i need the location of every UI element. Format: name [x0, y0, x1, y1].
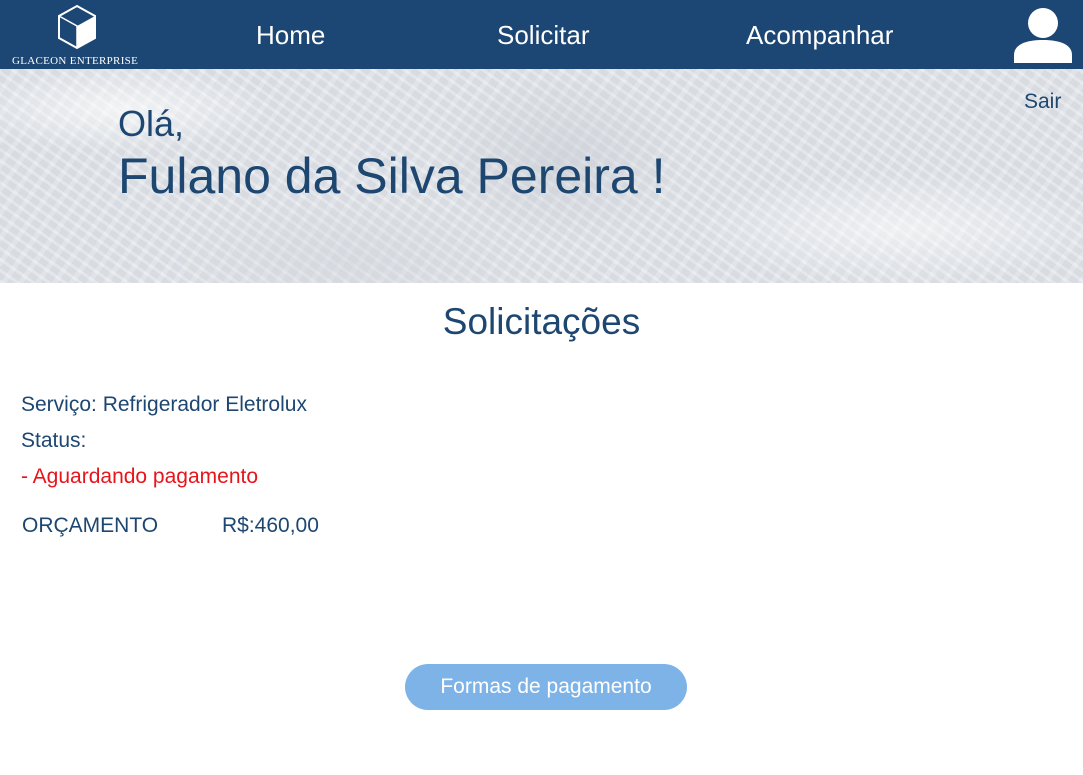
budget-value: R$:460,00: [222, 514, 319, 537]
user-avatar-icon: [1014, 8, 1072, 63]
budget-label: ORÇAMENTO: [22, 514, 159, 537]
service-info: Serviço: Refrigerador Eletrolux: [21, 393, 307, 416]
top-navigation-bar: GLACEON ENTERPRISE Home Solicitar Acompa…: [0, 0, 1083, 69]
user-name-heading: Fulano da Silva Pereira !: [118, 148, 666, 204]
status-label: Status:: [21, 429, 87, 452]
status-value: - Aguardando pagamento: [21, 465, 259, 488]
payment-methods-button[interactable]: Formas de pagamento: [405, 664, 687, 710]
brand-name: GLACEON ENTERPRISE: [12, 55, 139, 67]
nav-home[interactable]: Home: [256, 20, 325, 51]
user-avatar-button[interactable]: [1013, 5, 1073, 63]
logout-link[interactable]: Sair: [1024, 90, 1061, 114]
nav-solicitar[interactable]: Solicitar: [497, 20, 589, 51]
welcome-banner: Olá, Fulano da Silva Pereira ! Sair: [0, 69, 1083, 283]
page-title: Solicitações: [442, 301, 641, 342]
cube-logo-icon: [58, 4, 96, 50]
nav-acompanhar[interactable]: Acompanhar: [746, 20, 893, 51]
brand-logo[interactable]: GLACEON ENTERPRISE: [10, 4, 155, 68]
greeting-text: Olá,: [118, 103, 185, 144]
